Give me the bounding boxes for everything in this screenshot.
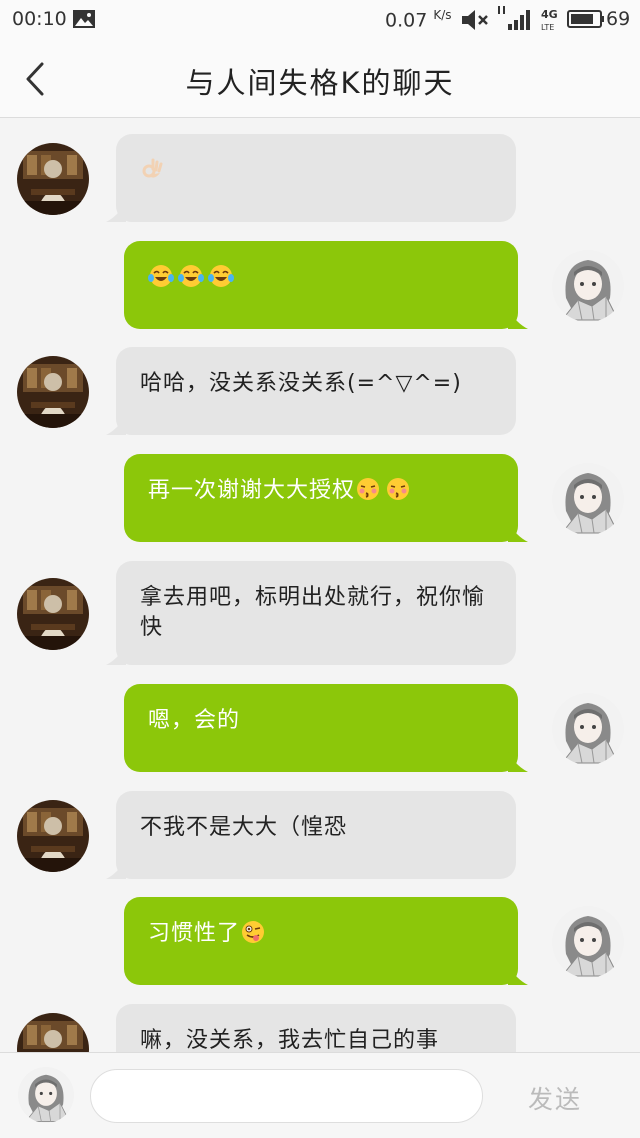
svg-text:4G: 4G bbox=[541, 8, 558, 21]
message-bubble[interactable] bbox=[116, 134, 516, 222]
mute-icon bbox=[462, 10, 488, 30]
bubble-tail bbox=[508, 309, 528, 329]
message-text: 嗯，会的 bbox=[148, 708, 241, 733]
message-text: 嘛，没关系，我去忙自己的事 bbox=[140, 1028, 440, 1052]
message-text: 不我不是大大（惶恐 bbox=[140, 815, 348, 840]
bubble-tail bbox=[106, 645, 126, 665]
contact-avatar[interactable] bbox=[17, 356, 89, 428]
outgoing-message: 习惯性了 bbox=[0, 897, 640, 985]
contact-avatar[interactable] bbox=[17, 1013, 89, 1052]
send-button[interactable]: 发送 bbox=[528, 1080, 582, 1116]
outgoing-message bbox=[0, 241, 640, 329]
bubble-tail bbox=[508, 965, 528, 985]
page-title: 与人间失格K的聊天 bbox=[185, 66, 455, 100]
bubble-tail bbox=[508, 752, 528, 772]
message-bubble[interactable]: 习惯性了 bbox=[124, 897, 518, 985]
message-text: 习惯性了 bbox=[148, 921, 241, 946]
battery-percent: 69 bbox=[606, 8, 631, 30]
bubble-tail bbox=[508, 522, 528, 542]
incoming-message: 不我不是大大（惶恐 bbox=[0, 791, 640, 879]
message-text: 哈哈，没关系没关系(=^▽^=) bbox=[140, 371, 462, 396]
contact-avatar[interactable] bbox=[17, 143, 89, 215]
message-bubble[interactable] bbox=[124, 241, 518, 329]
chat-header: 与人间失格K的聊天 bbox=[0, 40, 640, 118]
message-bubble[interactable]: 拿去用吧，标明出处就行，祝你愉快 bbox=[116, 561, 516, 665]
my-avatar[interactable] bbox=[552, 906, 624, 978]
kissing-face-emoji-icon bbox=[355, 476, 381, 502]
my-avatar[interactable] bbox=[18, 1067, 74, 1123]
gallery-icon bbox=[73, 10, 95, 28]
message-list[interactable]: 哈哈，没关系没关系(=^▽^=) 再一次谢谢大大授权拿去用吧，标明出处就行，祝你愉… bbox=[0, 119, 640, 1052]
incoming-message: 哈哈，没关系没关系(=^▽^=) bbox=[0, 347, 640, 435]
my-avatar[interactable] bbox=[552, 463, 624, 535]
svg-text:LTE: LTE bbox=[541, 23, 554, 32]
status-time: 00:10 bbox=[12, 8, 67, 30]
battery-icon bbox=[567, 10, 604, 28]
laughing-tears-emoji-icon bbox=[208, 263, 234, 289]
winking-tongue-emoji-icon bbox=[240, 919, 266, 945]
message-bubble[interactable]: 嘛，没关系，我去忙自己的事 bbox=[116, 1004, 516, 1052]
status-bar: 00:10 0.07 K/s 4G LTE 69 bbox=[0, 0, 640, 40]
message-input[interactable] bbox=[90, 1069, 483, 1123]
incoming-message bbox=[0, 134, 640, 222]
network-speed-unit: K/s bbox=[433, 8, 452, 22]
kissing-face-emoji-icon bbox=[385, 476, 411, 502]
laughing-tears-emoji-icon bbox=[178, 263, 204, 289]
bubble-tail bbox=[106, 859, 126, 879]
signal-icon bbox=[498, 6, 530, 30]
network-speed-value: 0.07 bbox=[385, 9, 428, 32]
message-bubble[interactable]: 哈哈，没关系没关系(=^▽^=) bbox=[116, 347, 516, 435]
message-text: 再一次谢谢大大授权 bbox=[148, 478, 356, 503]
contact-avatar[interactable] bbox=[17, 800, 89, 872]
my-avatar[interactable] bbox=[552, 693, 624, 765]
incoming-message: 拿去用吧，标明出处就行，祝你愉快 bbox=[0, 561, 640, 665]
bubble-tail bbox=[106, 202, 126, 222]
ok-hand-emoji-icon bbox=[140, 156, 166, 182]
incoming-message: 嘛，没关系，我去忙自己的事 bbox=[0, 1004, 640, 1052]
bubble-tail bbox=[106, 415, 126, 435]
outgoing-message: 再一次谢谢大大授权 bbox=[0, 454, 640, 542]
my-avatar[interactable] bbox=[552, 250, 624, 322]
network-speed: 0.07 K/s bbox=[385, 8, 452, 31]
message-text: 拿去用吧，标明出处就行，祝你愉快 bbox=[140, 585, 486, 640]
message-bubble[interactable]: 再一次谢谢大大授权 bbox=[124, 454, 518, 542]
message-bubble[interactable]: 嗯，会的 bbox=[124, 684, 518, 772]
network-type: 4G LTE bbox=[541, 8, 558, 32]
outgoing-message: 嗯，会的 bbox=[0, 684, 640, 772]
input-bar: 发送 bbox=[0, 1052, 640, 1138]
laughing-tears-emoji-icon bbox=[148, 263, 174, 289]
contact-avatar[interactable] bbox=[17, 578, 89, 650]
message-bubble[interactable]: 不我不是大大（惶恐 bbox=[116, 791, 516, 879]
